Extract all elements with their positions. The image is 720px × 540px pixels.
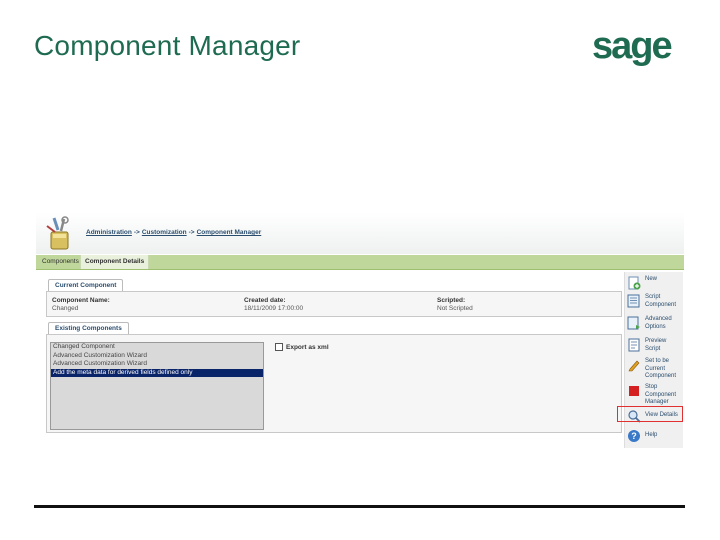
help-button[interactable]: ? Help: [627, 429, 683, 443]
help-label: Help: [645, 432, 658, 438]
breadcrumb-administration[interactable]: Administration: [86, 229, 132, 236]
script-component-label: Script Component: [645, 294, 677, 308]
help-icon: ?: [628, 430, 640, 442]
new-doc-icon: [628, 276, 641, 290]
crm-screenshot: Administration -> Customization -> Component…: [36, 212, 684, 450]
preview-icon: [628, 338, 640, 352]
new-label: New: [645, 276, 658, 282]
scripted-value: Not Scripted: [437, 305, 473, 312]
stop-component-manager-label: Stop Component Manager: [645, 384, 677, 405]
existing-components-panel: Existing Components Changed Component Ad…: [46, 322, 622, 434]
stop-component-manager-button[interactable]: Stop Component Manager: [627, 384, 683, 407]
tab-bar: Components Component Details: [36, 255, 684, 270]
script-component-button[interactable]: Script Component: [627, 294, 683, 309]
export-xml-label: Export as xml: [286, 343, 329, 351]
component-name-label: Component Name:: [52, 297, 110, 304]
advanced-options-label: Advanced Options: [645, 316, 672, 330]
svg-text:?: ?: [631, 431, 637, 441]
sage-logo: sage: [592, 28, 673, 67]
set-current-component-label: Set to be Current Component: [645, 358, 677, 379]
export-xml-option[interactable]: Export as xml: [275, 343, 329, 351]
breadcrumb-component-manager[interactable]: Component Manager: [197, 229, 262, 236]
list-item[interactable]: Advanced Customization Wizard: [51, 352, 263, 361]
slide-title: Component Manager: [34, 30, 301, 61]
existing-components-box: Changed Component Advanced Customization…: [46, 334, 622, 433]
list-item[interactable]: Advanced Customization Wizard: [51, 360, 263, 369]
current-component-panel: Current Component Component Name: Change…: [46, 279, 622, 317]
action-sidebar: New Script Component Advanced Options Pr…: [617, 272, 683, 448]
script-icon: [627, 294, 640, 308]
component-name-value: Changed: [52, 305, 79, 312]
footer-divider: [34, 505, 685, 508]
created-date-value: 18/11/2009 17:00:00: [244, 305, 304, 312]
preview-script-button[interactable]: Preview Script: [627, 338, 683, 353]
header-bar: Administration -> Customization -> Component…: [36, 212, 684, 254]
list-item-selected[interactable]: Add the meta data for derived fields def…: [51, 368, 263, 377]
new-button[interactable]: New: [627, 276, 683, 290]
set-current-component-button[interactable]: Set to be Current Component: [627, 358, 683, 381]
tab-components[interactable]: Components: [38, 255, 83, 269]
advanced-options-button[interactable]: Advanced Options: [627, 316, 683, 331]
list-item[interactable]: Changed Component: [51, 343, 263, 352]
created-date-label: Created date:: [244, 297, 286, 304]
current-component-box: Component Name: Changed Created date: 18…: [46, 291, 622, 317]
svg-text:sage: sage: [592, 28, 671, 67]
export-xml-checkbox[interactable]: [275, 343, 283, 351]
components-listbox[interactable]: Changed Component Advanced Customization…: [50, 342, 264, 430]
pencil-icon: [628, 360, 640, 372]
breadcrumb: Administration -> Customization -> Component…: [86, 229, 261, 236]
breadcrumb-customization[interactable]: Customization: [142, 229, 187, 236]
preview-script-label: Preview Script: [645, 338, 667, 352]
scripted-label: Scripted:: [437, 297, 466, 304]
breadcrumb-separator: ->: [188, 229, 195, 236]
breadcrumb-separator: ->: [133, 229, 140, 236]
stop-icon: [629, 386, 639, 396]
view-details-highlight: [617, 406, 683, 422]
tab-component-details[interactable]: Component Details: [80, 255, 150, 269]
admin-tools-icon: [46, 216, 69, 250]
advanced-options-icon: [627, 316, 640, 330]
